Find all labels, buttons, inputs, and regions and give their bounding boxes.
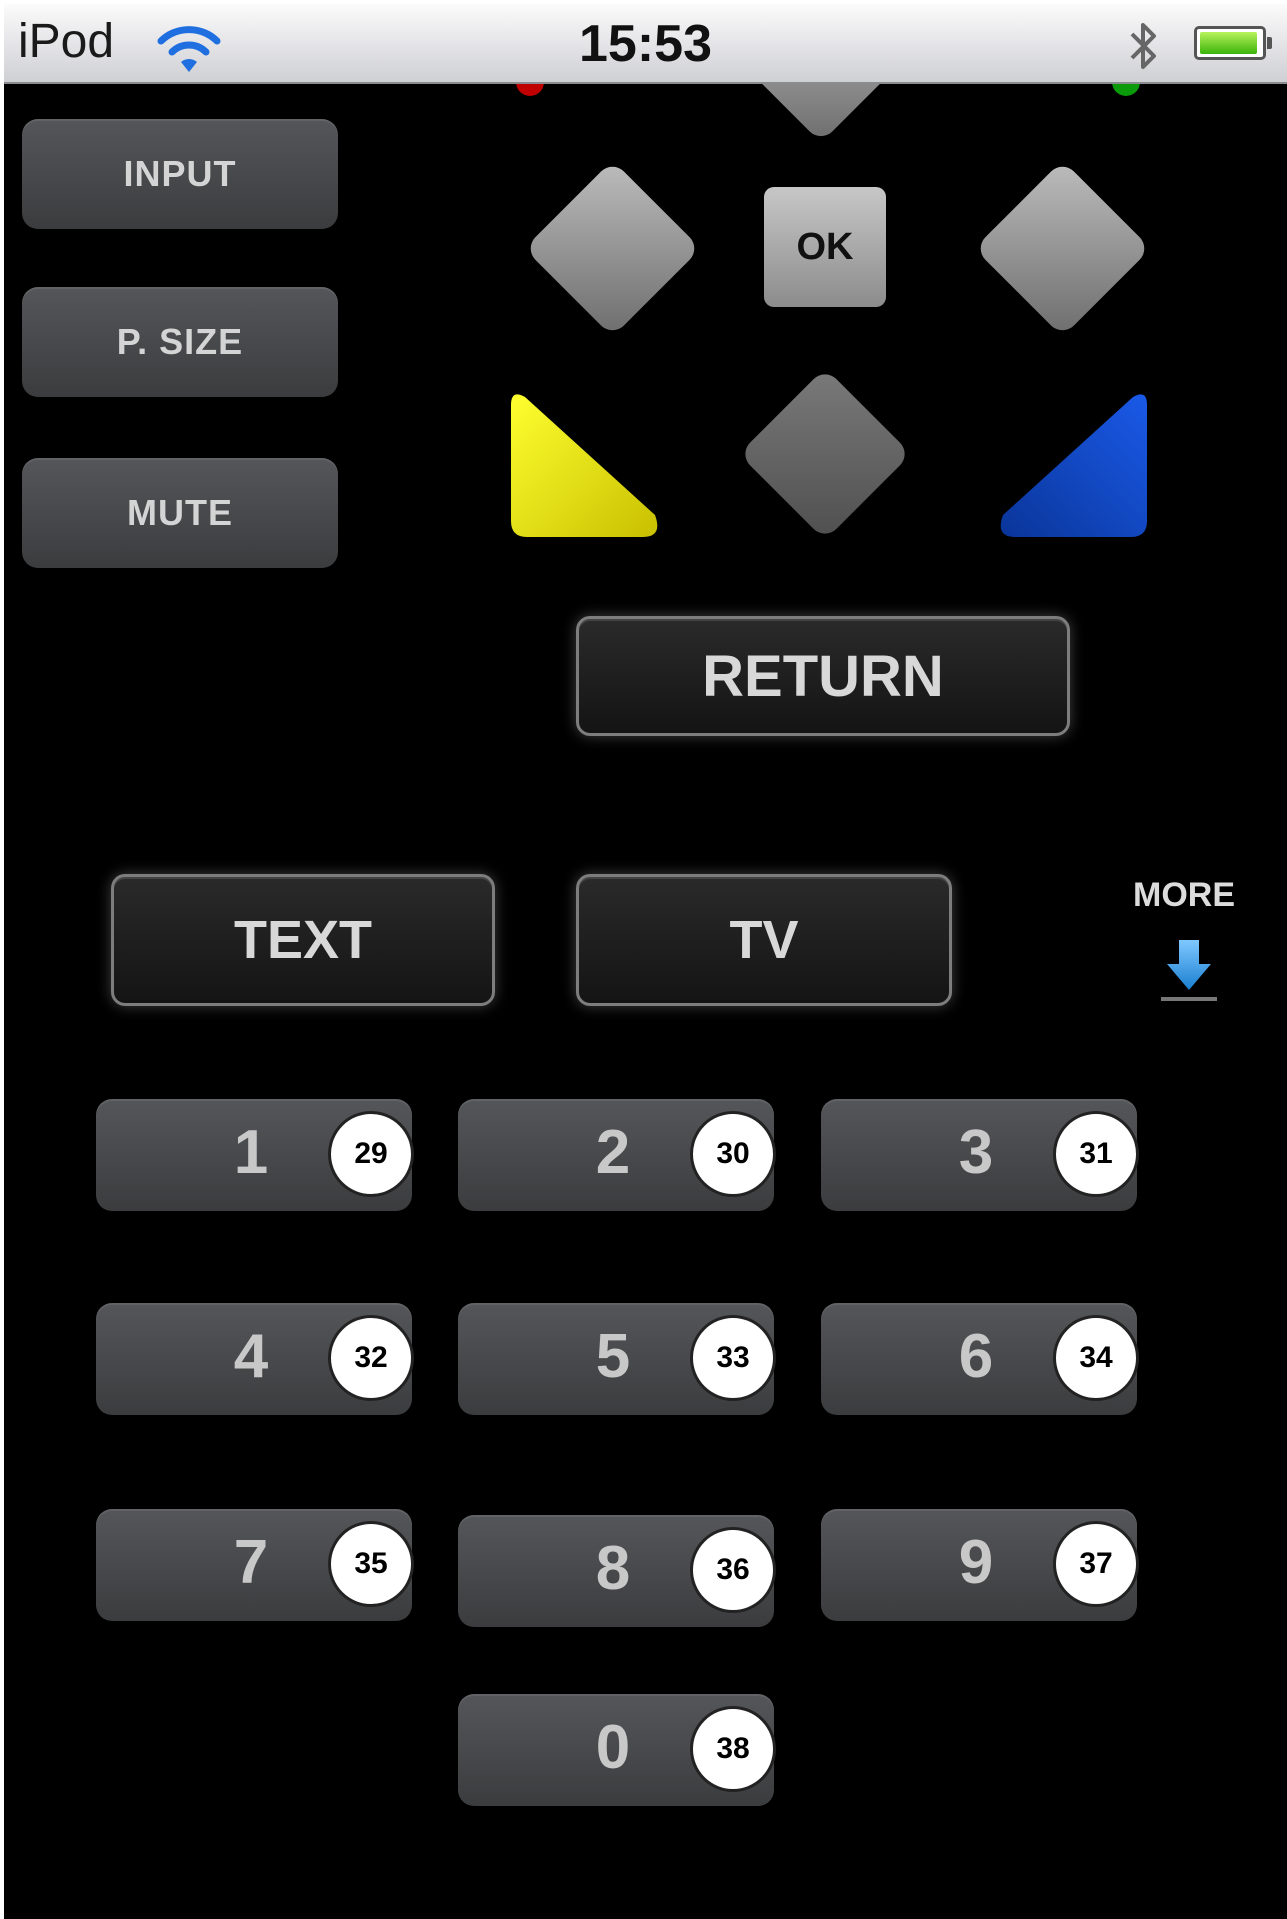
input-button[interactable]: INPUT: [22, 119, 338, 229]
picture-size-button[interactable]: P. SIZE: [22, 287, 338, 397]
number-7-button[interactable]: 7 35: [96, 1509, 414, 1621]
dpad-down-button[interactable]: [738, 367, 912, 541]
number-6-button[interactable]: 6 34: [821, 1303, 1139, 1415]
dpad-right-button[interactable]: [974, 160, 1151, 337]
index-badge: 37: [1053, 1521, 1139, 1607]
number-label: 4: [233, 1322, 269, 1391]
arrow-down-icon[interactable]: [1161, 934, 1217, 1004]
yellow-key[interactable]: [509, 387, 664, 539]
return-button[interactable]: RETURN: [576, 616, 1070, 736]
clock: 15:53: [579, 15, 712, 73]
index-badge: 29: [328, 1111, 414, 1197]
battery-level: [1200, 32, 1257, 54]
dpad-left-button[interactable]: [524, 160, 701, 337]
number-2-button[interactable]: 2 30: [458, 1099, 776, 1211]
number-3-button[interactable]: 3 31: [821, 1099, 1139, 1211]
index-badge: 34: [1053, 1315, 1139, 1401]
number-label: 1: [233, 1118, 269, 1187]
bluetooth-icon: [1130, 23, 1156, 69]
text-button[interactable]: TEXT: [111, 874, 495, 1006]
index-badge: 30: [690, 1111, 776, 1197]
number-1-button[interactable]: 1 29: [96, 1099, 414, 1211]
number-label: 9: [958, 1528, 994, 1597]
mute-button[interactable]: MUTE: [22, 458, 338, 568]
remote-screen: iPod 15:53 INPUT P. SIZE MUTE OK RETURN …: [4, 4, 1287, 1919]
number-5-button[interactable]: 5 33: [458, 1303, 776, 1415]
number-label: 7: [233, 1528, 269, 1597]
tv-button[interactable]: TV: [576, 874, 952, 1006]
index-badge: 38: [690, 1706, 776, 1792]
index-badge: 32: [328, 1315, 414, 1401]
battery-icon: [1194, 26, 1272, 60]
index-badge: 36: [690, 1527, 776, 1613]
blue-key[interactable]: [994, 387, 1149, 539]
number-9-button[interactable]: 9 37: [821, 1509, 1139, 1621]
number-label: 0: [595, 1713, 631, 1782]
ok-button[interactable]: OK: [764, 187, 886, 307]
number-label: 2: [595, 1118, 631, 1187]
status-bar: iPod 15:53: [4, 4, 1287, 84]
number-label: 8: [595, 1534, 631, 1603]
number-4-button[interactable]: 4 32: [96, 1303, 414, 1415]
index-badge: 33: [690, 1315, 776, 1401]
number-8-button[interactable]: 8 36: [458, 1515, 776, 1627]
number-label: 5: [595, 1322, 631, 1391]
index-badge: 31: [1053, 1111, 1139, 1197]
more-label[interactable]: MORE: [1104, 876, 1264, 915]
index-badge: 35: [328, 1521, 414, 1607]
number-0-button[interactable]: 0 38: [458, 1694, 776, 1806]
number-label: 3: [958, 1118, 994, 1187]
number-label: 6: [958, 1322, 994, 1391]
